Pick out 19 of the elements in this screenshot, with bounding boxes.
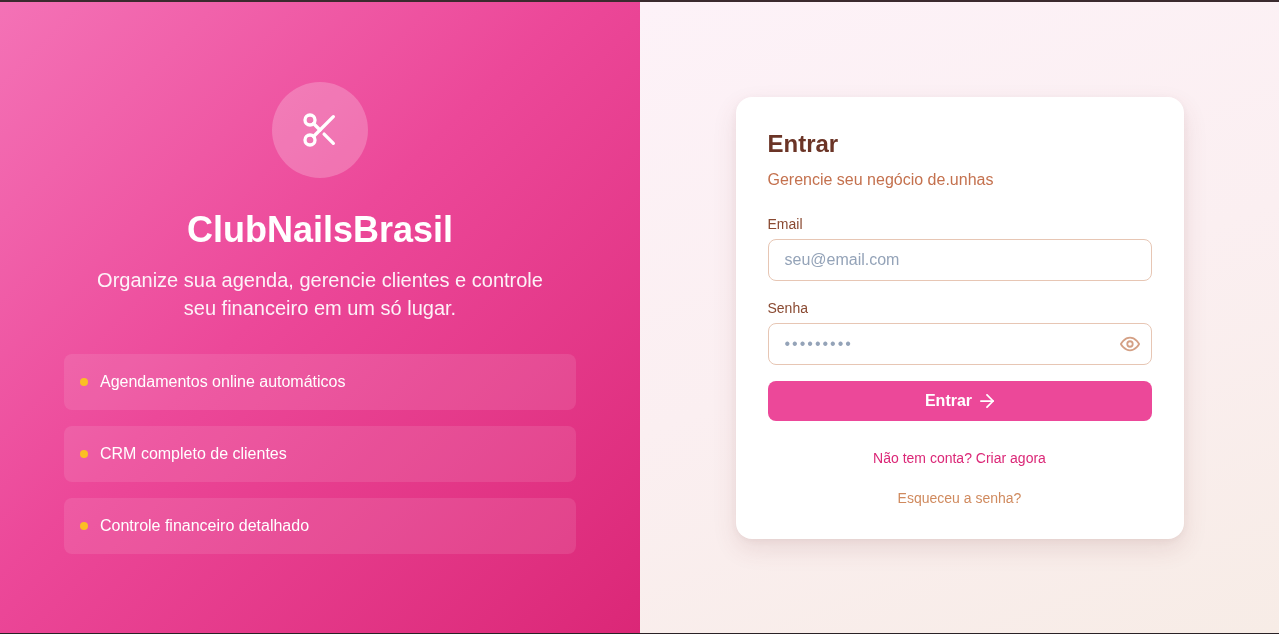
- forgot-password-link[interactable]: Esqueceu a senha?: [897, 488, 1022, 507]
- field-label: Senha: [767, 298, 809, 317]
- feature-label: Agendamentos online automáticos: [100, 372, 346, 391]
- login-button[interactable]: Entrar: [767, 380, 1152, 421]
- bullet-dot-icon: [80, 521, 88, 530]
- arrow-right-icon: [980, 393, 995, 408]
- tagline: Organize sua agenda, gerencie clientes e controle seu financeiro em um só lugar.: [96, 267, 544, 321]
- signup-link[interactable]: Não tem conta? Criar agora: [873, 448, 1046, 467]
- login-subtitle: Gerencie seu negócio de.unhas: [767, 169, 995, 190]
- login-title: Entrar: [767, 128, 840, 159]
- password-field[interactable]: •••••••••: [767, 322, 1152, 365]
- bullet-dot-icon: [80, 377, 88, 386]
- scissors-icon: [272, 81, 368, 178]
- bullet-dot-icon: [80, 449, 88, 458]
- feature-label: Controle financeiro detalhado: [100, 516, 310, 535]
- email-field[interactable]: seu@email.com: [767, 238, 1152, 281]
- field-label: Email: [767, 214, 804, 233]
- feature-label: CRM completo de clientes: [100, 444, 287, 463]
- brand-name: ClubNailsBrasil: [186, 207, 454, 252]
